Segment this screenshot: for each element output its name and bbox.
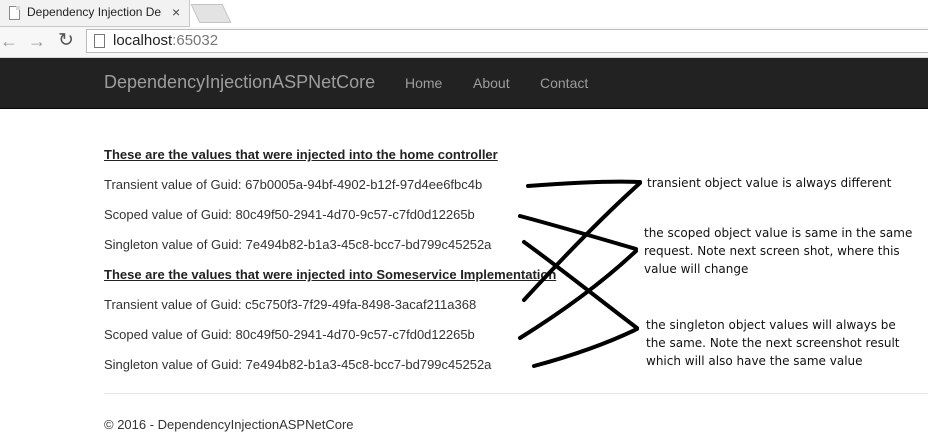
footer-divider xyxy=(104,393,928,394)
singleton-note: the singleton object values will always … xyxy=(646,316,928,370)
service-singleton-value: Singleton value of Guid: 7e494b82-b1a3-4… xyxy=(104,357,492,372)
singleton-service-arrow xyxy=(532,327,639,368)
singleton-home-arrow xyxy=(522,240,639,330)
home-singleton-value: Singleton value of Guid: 7e494b82-b1a3-4… xyxy=(104,237,492,252)
navbar-brand[interactable]: DependencyInjectionASPNetCore xyxy=(104,72,375,93)
singleton-note-line-1: the singleton object values will always … xyxy=(646,318,896,332)
reload-icon[interactable]: ↻ xyxy=(58,30,74,52)
scoped-note: the scoped object value is same in the s… xyxy=(644,224,926,278)
url-port: :65032 xyxy=(172,32,219,49)
close-icon[interactable]: × xyxy=(172,3,180,21)
tab-strip: Dependency Injection Der × xyxy=(0,0,928,27)
forward-arrow-icon[interactable]: → xyxy=(28,30,46,52)
back-arrow-icon[interactable]: ← xyxy=(0,30,18,52)
scoped-service-arrow xyxy=(518,249,638,340)
tab-title: Dependency Injection Der xyxy=(27,5,162,19)
page-icon xyxy=(94,34,105,48)
nav-link-about[interactable]: About xyxy=(473,75,510,91)
address-bar[interactable]: localhost:65032 xyxy=(86,29,928,53)
home-scoped-value: Scoped value of Guid: 80c49f50-2941-4d70… xyxy=(104,207,475,222)
browser-tab[interactable]: Dependency Injection Der × xyxy=(0,0,190,27)
singleton-note-line-3: which will also have the same value xyxy=(646,354,863,368)
singleton-note-line-2: the same. Note the next screenshot resul… xyxy=(646,336,900,350)
nav-link-home[interactable]: Home xyxy=(405,75,442,91)
site-navbar: DependencyInjectionASPNetCore Home About… xyxy=(0,58,928,109)
page-icon xyxy=(9,6,20,20)
scoped-note-line-1: the scoped object value is same in the s… xyxy=(644,226,913,240)
footer-copyright: © 2016 - DependencyInjectionASPNetCore xyxy=(104,417,354,432)
service-scoped-value: Scoped value of Guid: 80c49f50-2941-4d70… xyxy=(104,327,475,342)
new-tab-button[interactable] xyxy=(190,4,232,23)
scoped-home-arrow xyxy=(518,214,638,251)
service-heading: These are the values that were injected … xyxy=(104,267,557,282)
transient-service-arrow xyxy=(522,181,642,302)
url-text[interactable]: localhost:65032 xyxy=(113,32,218,49)
nav-link-contact[interactable]: Contact xyxy=(540,75,588,91)
service-transient-value: Transient value of Guid: c5c750f3-7f29-4… xyxy=(104,297,477,312)
transient-home-arrow xyxy=(526,179,642,188)
transient-note: transient object value is always differe… xyxy=(647,176,892,190)
scoped-note-line-3: value will change xyxy=(644,262,749,276)
home-transient-value: Transient value of Guid: 67b0005a-94bf-4… xyxy=(104,177,483,192)
home-controller-heading: These are the values that were injected … xyxy=(104,147,498,162)
scoped-note-line-2: request. Note next screen shot, where th… xyxy=(644,244,900,258)
url-host: localhost xyxy=(113,32,173,49)
browser-toolbar: ← → ↻ localhost:65032 xyxy=(0,27,928,58)
